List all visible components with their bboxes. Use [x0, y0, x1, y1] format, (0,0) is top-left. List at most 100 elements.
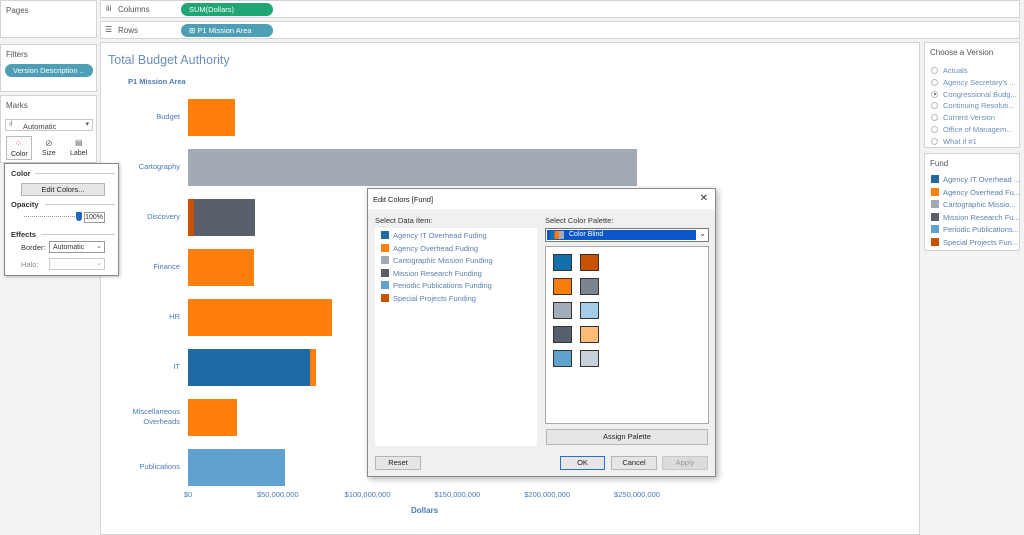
data-item[interactable]: Cartographic Mission Funding: [381, 256, 493, 265]
palette-swatch[interactable]: [553, 302, 572, 319]
radio-button[interactable]: [931, 102, 938, 110]
version-option-label: Current Version: [943, 113, 996, 123]
data-item[interactable]: Agency Overhead Fuding: [381, 243, 479, 253]
palette-swatch[interactable]: [553, 278, 572, 295]
edit-colors-button[interactable]: Edit Colors...: [21, 183, 105, 196]
data-item[interactable]: Agency IT Overhead Fuding: [381, 231, 487, 240]
cancel-button[interactable]: Cancel: [611, 456, 657, 470]
border-select[interactable]: Automatic ⌄: [49, 241, 105, 253]
version-option[interactable]: Agency Secretary's ...: [931, 78, 1016, 87]
mark-type-select[interactable]: ıl Automatic ▾: [5, 119, 93, 131]
version-option[interactable]: Congressional Budg...: [931, 90, 1017, 99]
version-option-label: Agency Secretary's ...: [943, 77, 1016, 87]
legend-label: Periodic Publications...: [943, 225, 1019, 234]
data-item-label: Cartographic Mission Funding: [393, 256, 493, 265]
chevron-down-icon: ⌄: [96, 243, 102, 250]
bar-segment[interactable]: [188, 348, 311, 386]
data-item-swatch: [381, 256, 389, 264]
version-option[interactable]: Actuals: [931, 66, 968, 75]
opacity-slider-thumb[interactable]: [76, 212, 82, 221]
dialog-titlebar: Edit Colors [Fund] ✕: [368, 189, 715, 209]
data-item[interactable]: Mission Research Funding: [381, 268, 482, 278]
bar-segment[interactable]: [194, 198, 256, 236]
bar-segment[interactable]: [310, 348, 316, 386]
columns-shelf[interactable]: iii Columns SUM(Dollars): [100, 0, 1020, 18]
palette-swatch[interactable]: [580, 302, 599, 319]
legend-item[interactable]: Special Projects Fun...: [931, 237, 1018, 247]
close-icon[interactable]: ✕: [700, 193, 708, 204]
legend-label: Mission Research Fu...: [943, 212, 1020, 222]
chevron-down-icon: ⌄: [96, 260, 102, 267]
filters-panel: Filters Version Description ..: [0, 44, 97, 92]
version-option[interactable]: Office of Managem...: [931, 125, 1012, 134]
palette-select[interactable]: Color Blind ⌄: [545, 228, 709, 242]
palette-swatch[interactable]: [580, 278, 599, 295]
rows-icon: ☰: [105, 25, 113, 34]
halo-select[interactable]: ⌄: [49, 258, 105, 270]
palette-swatch[interactable]: [553, 326, 572, 343]
legend-item[interactable]: Periodic Publications...: [931, 225, 1019, 234]
legend-swatch: [931, 175, 939, 183]
palette-swatch[interactable]: [580, 326, 599, 343]
marks-panel: Marks ıl Automatic ▾ ⁘ Color ⊘ Size ▤ La…: [0, 95, 97, 163]
legend-item[interactable]: Mission Research Fu...: [931, 212, 1020, 222]
legend-item[interactable]: Cartographic Missio...: [931, 200, 1016, 209]
rows-shelf[interactable]: ☰ Rows ⊞ P1 Mission Area: [100, 21, 1020, 39]
row-header: P1 Mission Area: [128, 77, 186, 86]
opacity-value-field[interactable]: 100%: [84, 212, 105, 223]
version-option-label: Actuals: [943, 66, 968, 75]
reset-button[interactable]: Reset: [375, 456, 421, 470]
apply-button[interactable]: Apply: [662, 456, 708, 470]
version-option[interactable]: Current Version: [931, 113, 995, 122]
version-panel-title: Choose a Version: [930, 48, 994, 57]
color-popup-title: Color: [11, 169, 31, 178]
opacity-label: Opacity: [11, 200, 39, 209]
palette-swatch-area: [545, 246, 709, 424]
palette-swatch[interactable]: [580, 350, 599, 367]
columns-pill[interactable]: SUM(Dollars): [181, 3, 273, 16]
bar-segment[interactable]: [188, 248, 255, 286]
palette-swatch[interactable]: [580, 254, 599, 271]
data-item-list[interactable]: Agency IT Overhead Fuding Agency Overhead…: [375, 228, 537, 446]
pages-title: Pages: [6, 6, 29, 15]
color-card-button[interactable]: ⁘ Color: [6, 136, 32, 160]
palette-preview-icon: [550, 231, 564, 239]
columns-icon: iii: [106, 4, 112, 13]
version-option-label: Congressional Budg...: [943, 89, 1017, 99]
legend-swatch: [931, 225, 939, 233]
border-select-value: Automatic: [53, 243, 85, 251]
rows-pill[interactable]: ⊞ P1 Mission Area: [181, 24, 273, 37]
data-item-label: Mission Research Funding: [393, 268, 482, 278]
legend-item[interactable]: Agency Overhead Fu...: [931, 187, 1020, 197]
assign-palette-button[interactable]: Assign Palette: [546, 429, 708, 445]
palette-swatch[interactable]: [553, 350, 572, 367]
version-option[interactable]: Continuing Resoluti...: [931, 101, 1014, 110]
radio-button[interactable]: [931, 78, 938, 86]
data-item[interactable]: Periodic Publications Funding: [381, 281, 492, 290]
bar-segment[interactable]: [188, 148, 637, 186]
filter-pill[interactable]: Version Description ..: [5, 64, 93, 77]
radio-button[interactable]: [931, 126, 938, 133]
opacity-slider-track[interactable]: [24, 216, 79, 217]
palette-swatch[interactable]: [553, 254, 572, 271]
size-card-button[interactable]: ⊘ Size: [37, 136, 63, 160]
radio-button[interactable]: [931, 137, 938, 145]
bar-segment[interactable]: [188, 448, 285, 486]
radio-button[interactable]: [931, 90, 938, 98]
color-popup: Color Edit Colors... Opacity 100% Effect…: [4, 163, 119, 276]
palette-icon: ⁘: [15, 139, 22, 148]
bar-segment[interactable]: [188, 398, 238, 436]
radio-button[interactable]: [931, 67, 938, 74]
bar-segment[interactable]: [188, 298, 332, 336]
legend-item[interactable]: Agency IT Overhead ...: [931, 175, 1020, 184]
data-item-swatch: [381, 281, 389, 289]
radio-button[interactable]: [931, 114, 938, 122]
pages-panel: Pages: [0, 0, 97, 38]
data-item-label: Agency Overhead Fuding: [393, 243, 479, 253]
data-item[interactable]: Special Projects Funding: [381, 293, 476, 303]
ok-button[interactable]: OK: [560, 456, 605, 470]
label-card-button[interactable]: ▤ Label: [67, 136, 93, 160]
bar-segment[interactable]: [188, 98, 235, 136]
version-option[interactable]: What if #1: [931, 137, 977, 146]
columns-label: Columns: [118, 5, 150, 14]
